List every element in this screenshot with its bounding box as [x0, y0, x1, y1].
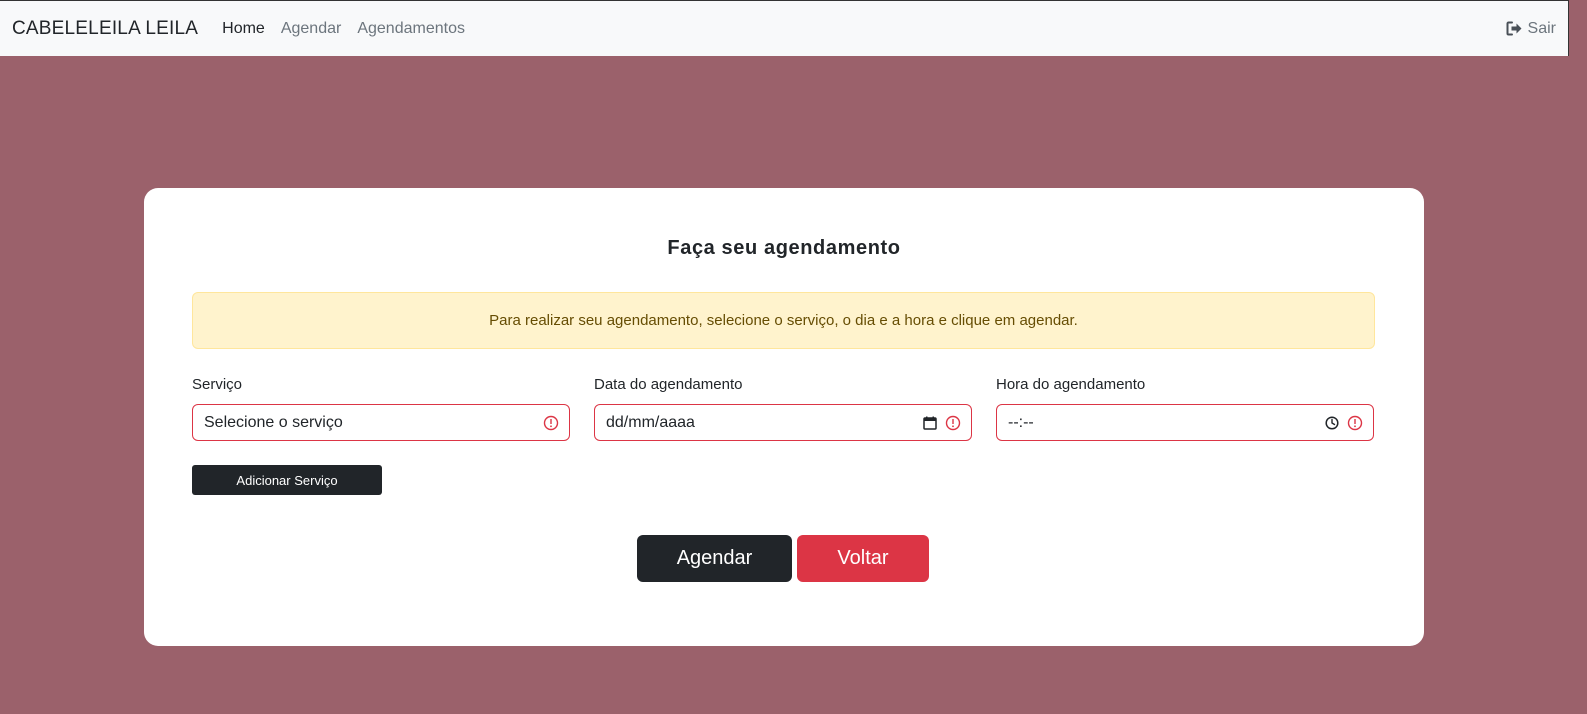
brand-logo[interactable]: CABELELEILA LEILA	[12, 18, 198, 40]
date-input-value: dd/mm/aaaa	[606, 413, 695, 431]
add-service-button[interactable]: Adicionar Serviço	[192, 465, 382, 495]
booking-card: Faça seu agendamento Para realizar seu a…	[144, 188, 1424, 646]
time-input-value: --:--	[1008, 413, 1034, 431]
service-label: Serviço	[192, 376, 243, 393]
date-field: Data do agendamento dd/mm/aaaa	[594, 376, 972, 441]
logout-button[interactable]: Sair	[1506, 20, 1556, 38]
invalid-icon	[1347, 415, 1363, 431]
nav-link-agendamentos[interactable]: Agendamentos	[357, 20, 465, 38]
navbar: CABELELEILA LEILA Home Agendar Agendamen…	[0, 0, 1569, 56]
invalid-icon	[543, 415, 559, 431]
logout-label: Sair	[1527, 19, 1556, 37]
service-select-value: Selecione o serviço	[204, 413, 343, 431]
calendar-icon[interactable]	[923, 416, 937, 430]
invalid-icon	[945, 415, 961, 431]
nav-link-home[interactable]: Home	[222, 20, 265, 38]
submit-booking-button[interactable]: Agendar	[637, 535, 792, 582]
service-select[interactable]: Selecione o serviço	[192, 404, 570, 441]
info-alert: Para realizar seu agendamento, selecione…	[192, 292, 1375, 349]
back-button[interactable]: Voltar	[797, 535, 929, 582]
date-label: Data do agendamento	[594, 376, 743, 393]
time-label: Hora do agendamento	[996, 376, 1146, 393]
scrollbar-track[interactable]	[1569, 0, 1587, 714]
time-field: Hora do agendamento --:--	[996, 376, 1374, 441]
date-input[interactable]: dd/mm/aaaa	[594, 404, 972, 441]
page-title: Faça seu agendamento	[667, 237, 901, 259]
time-input[interactable]: --:--	[996, 404, 1374, 441]
clock-icon[interactable]	[1325, 415, 1339, 430]
service-field: Serviço Selecione o serviço	[192, 376, 570, 441]
nav-link-agendar[interactable]: Agendar	[281, 20, 342, 38]
logout-icon	[1506, 21, 1523, 36]
